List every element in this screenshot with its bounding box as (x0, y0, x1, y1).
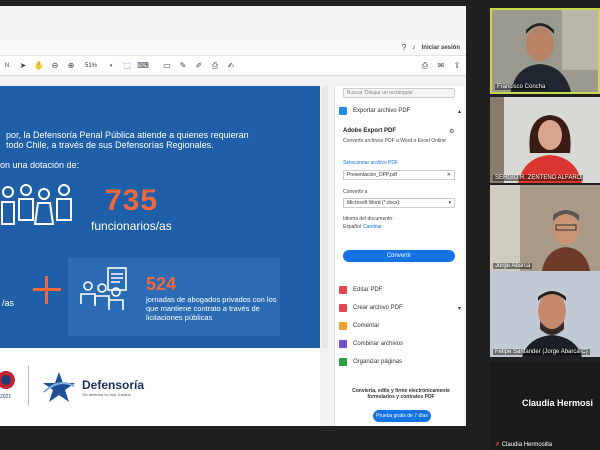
export-settings-icon[interactable]: ⚙ (449, 128, 454, 135)
export-title: Adobe Export PDF (343, 128, 397, 134)
logo-divider (28, 366, 29, 406)
tool-item[interactable]: Organizar páginas (339, 358, 461, 366)
participant-tile[interactable]: Francisco Concha (490, 8, 600, 94)
lawyers-icon (80, 267, 127, 310)
tool-item[interactable]: Editar PDF (339, 286, 461, 294)
convert-button[interactable]: Convertir (343, 250, 455, 262)
participant-name: ✗ Claudia Hermosilla (495, 442, 553, 448)
clear-file-icon[interactable]: ✕ (447, 172, 451, 178)
tool-label: Editar PDF (353, 287, 383, 293)
pointer-icon[interactable]: ➤ (18, 61, 28, 71)
participant-display-name: Claudia Hermosi (522, 398, 594, 408)
participant-name: Jorge Abarca (493, 263, 533, 269)
export-description: Convertir archivos PDF a Word o Excel On… (343, 138, 446, 144)
people-icon (1, 184, 72, 225)
n-icon[interactable]: N (2, 61, 12, 71)
export-pdf-header[interactable]: Exportar archivo PDF ▴ (339, 107, 461, 115)
mail-icon[interactable]: ✉ (436, 61, 446, 71)
tool-icon (339, 304, 347, 312)
free-trial-button[interactable]: Prueba gratis de 7 días (373, 410, 431, 422)
participant-video (490, 271, 600, 357)
comment-icon[interactable]: ▭ (162, 61, 172, 71)
stamp-icon[interactable]: ⎙ (210, 61, 220, 71)
stat-lawyers-text: jornadas de abogados privados con los qu… (146, 295, 277, 322)
select-file-label: Seleccionar archivo PDF (343, 160, 399, 166)
document-scrollbar[interactable] (322, 86, 328, 348)
chevron-up-icon: ▴ (457, 108, 461, 115)
participant-video (490, 97, 600, 183)
change-language-link[interactable]: Cambiar (363, 224, 382, 230)
participant-name: SERGIO R. ZENTENO ALFARO (493, 175, 584, 181)
tool-label: Organizar páginas (353, 359, 403, 365)
keyboard-icon[interactable]: ⌨ (137, 61, 149, 71)
zoom-in-icon[interactable]: ⊕ (66, 61, 76, 71)
chevron-down-icon[interactable]: ▾ (106, 61, 116, 71)
participant-tile[interactable]: Claudia Hermosi ✗ Claudia Hermosilla (490, 362, 600, 450)
tool-icon (339, 358, 347, 366)
chevron-down-icon: ▾ (448, 200, 451, 206)
slide-line-3: on una dotación de: (0, 160, 80, 170)
meeting-window: ? ♪ Iniciar sesión N ➤ ✋ ⊖ ⊕ 51% ▾ ⬚ ⌨ ▭… (0, 0, 600, 450)
tool-label: Comentar (353, 323, 380, 329)
stat-lawyers-value: 524 (146, 274, 177, 294)
defensoria-star-icon (43, 372, 75, 402)
help-icon[interactable]: ? (402, 43, 406, 52)
zoom-out-icon[interactable]: ⊖ (50, 61, 60, 71)
share-icon[interactable]: ⇪ (452, 61, 462, 71)
slide-page: por, la Defensoría Penal Pública atiende… (0, 86, 320, 348)
sign-icon[interactable]: ✍ (226, 61, 236, 71)
viewer-toolbar: N ➤ ✋ ⊖ ⊕ 51% ▾ ⬚ ⌨ ▭ ✎ ✐ ⎙ ✍ ⎙ ✉ ⇪ (0, 56, 466, 76)
viewer-menubar: ? ♪ Iniciar sesión (0, 40, 466, 56)
tool-icon (339, 322, 347, 330)
shared-screen: ? ♪ Iniciar sesión N ➤ ✋ ⊖ ⊕ 51% ▾ ⬚ ⌨ ▭… (0, 6, 466, 426)
bell-icon[interactable]: ♪ (412, 44, 416, 51)
hand-icon[interactable]: ✋ (34, 61, 44, 71)
slide-fragment: /as (2, 298, 15, 308)
plus-icon (33, 276, 61, 304)
participant-name: Felipe Santander (Jorge Abarca C) (493, 349, 590, 355)
logo-brand: Defensoría (82, 378, 145, 392)
slide-line-2: todo Chile, a través de sus Defensorías … (6, 140, 214, 150)
tool-label: Combinar archivos (353, 341, 404, 347)
stat-staff-value: 735 (105, 184, 159, 217)
tool-item[interactable]: Crear archivo PDF ▾ (339, 304, 461, 312)
tools-pane: Buscar 'Dibujar un rectángulo' Exportar … (334, 86, 464, 426)
signin-link[interactable]: Iniciar sesión (422, 45, 460, 51)
convert-to-label: Convertir a (343, 189, 368, 195)
participant-tile[interactable]: Felipe Santander (Jorge Abarca C) (490, 271, 600, 357)
doc-language-value: Español (343, 224, 362, 230)
logo-year: 2021 (0, 394, 12, 400)
participant-tile[interactable]: SERGIO R. ZENTENO ALFARO (490, 97, 600, 183)
print-icon[interactable]: ⎙ (420, 61, 430, 71)
tool-icon (339, 286, 347, 294)
participant-tile[interactable]: Jorge Abarca (490, 185, 600, 271)
doc-language-label: Idioma del documento: (343, 216, 394, 222)
tool-label: Crear archivo PDF (353, 305, 403, 311)
stat-staff-label: funcionarios/as (91, 219, 172, 233)
selected-file-field[interactable]: Presentacion_DPP.pdf ✕ (343, 170, 455, 180)
format-select[interactable]: Microsoft Word (*.docx) ▾ (343, 198, 455, 208)
slide-line-1: por, la Defensoría Penal Pública atiende… (6, 130, 249, 140)
slide-footer: 2021 Defensoría Sin defensa no hay Justi… (0, 348, 320, 426)
zoom-value[interactable]: 51% (82, 63, 100, 69)
logo-tagline: Sin defensa no hay Justicia (82, 392, 131, 397)
fit-page-icon[interactable]: ⬚ (122, 61, 132, 71)
tool-item[interactable]: Comentar (339, 322, 461, 330)
tools-search-input[interactable]: Buscar 'Dibujar un rectángulo' (343, 88, 455, 98)
tool-item[interactable]: Combinar archivos (339, 340, 461, 348)
mic-muted-icon: ✗ (495, 442, 501, 448)
pen-icon[interactable]: ✎ (178, 61, 188, 71)
chevron-down-icon[interactable]: ▾ (458, 305, 461, 312)
tool-icon (339, 340, 347, 348)
participant-video (490, 185, 600, 271)
promo-text: Convierta, edite y firme electrónicament… (352, 388, 450, 400)
participant-video (492, 10, 598, 92)
participant-name: Francisco Concha (495, 84, 548, 90)
export-pdf-icon (339, 107, 347, 115)
highlight-icon[interactable]: ✐ (194, 61, 204, 71)
